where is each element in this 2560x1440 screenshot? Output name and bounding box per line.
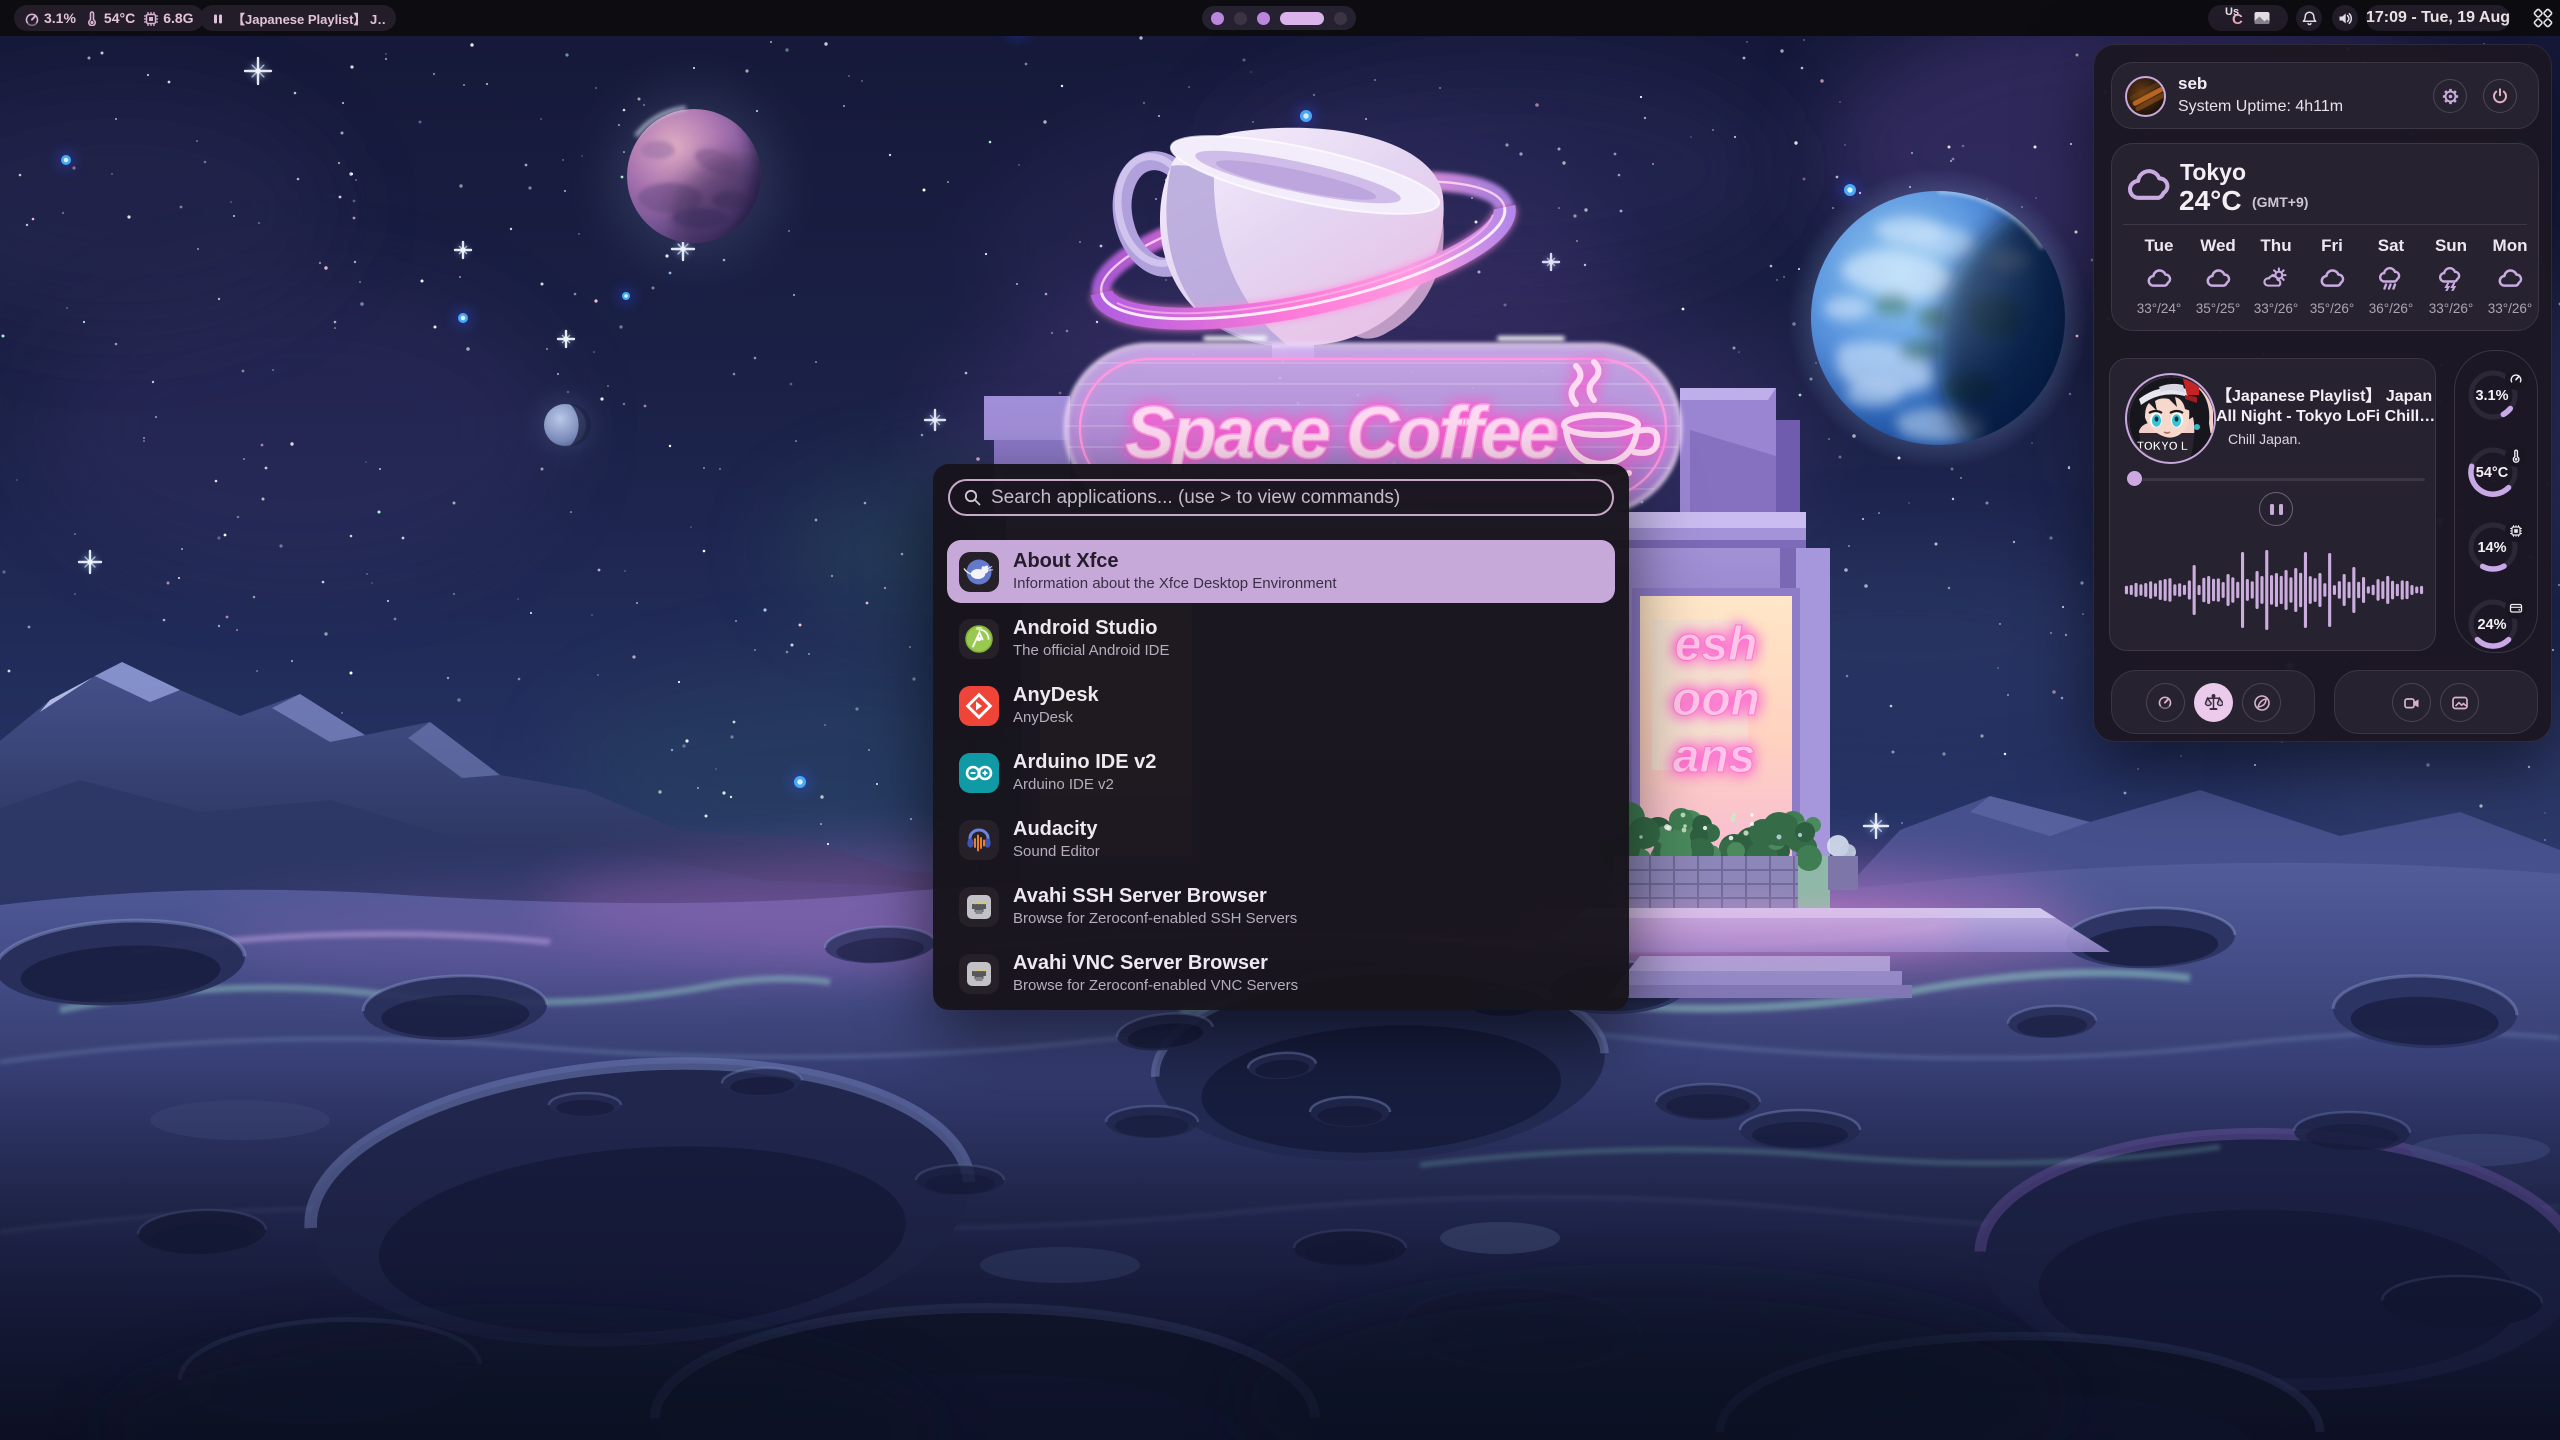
svg-text:Space Coffee: Space Coffee <box>1125 391 1558 474</box>
svg-text:54°C: 54°C <box>2476 465 2509 481</box>
svg-text:oon: oon <box>1672 673 1760 726</box>
svg-text:14%: 14% <box>2477 540 2506 556</box>
svg-text:TOKYO L: TOKYO L <box>2137 441 2188 453</box>
svg-text:ans: ans <box>1673 730 1756 783</box>
svg-text:24%: 24% <box>2477 617 2506 633</box>
svg-text:3.1%: 3.1% <box>2475 388 2508 404</box>
svg-text:esh: esh <box>1675 618 1758 671</box>
